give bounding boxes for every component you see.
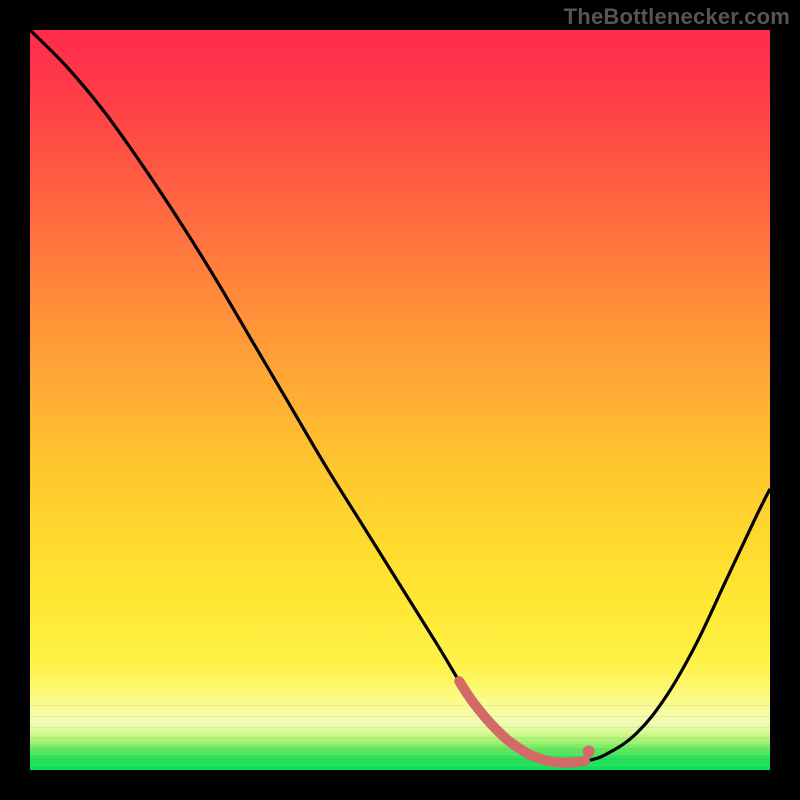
gradient-background: [30, 30, 770, 770]
chart-svg: [30, 30, 770, 770]
chart-container: TheBottlenecker.com: [0, 0, 800, 800]
highlight-dot: [583, 746, 595, 758]
watermark-text: TheBottlenecker.com: [564, 4, 790, 30]
plot-frame: [30, 30, 770, 770]
